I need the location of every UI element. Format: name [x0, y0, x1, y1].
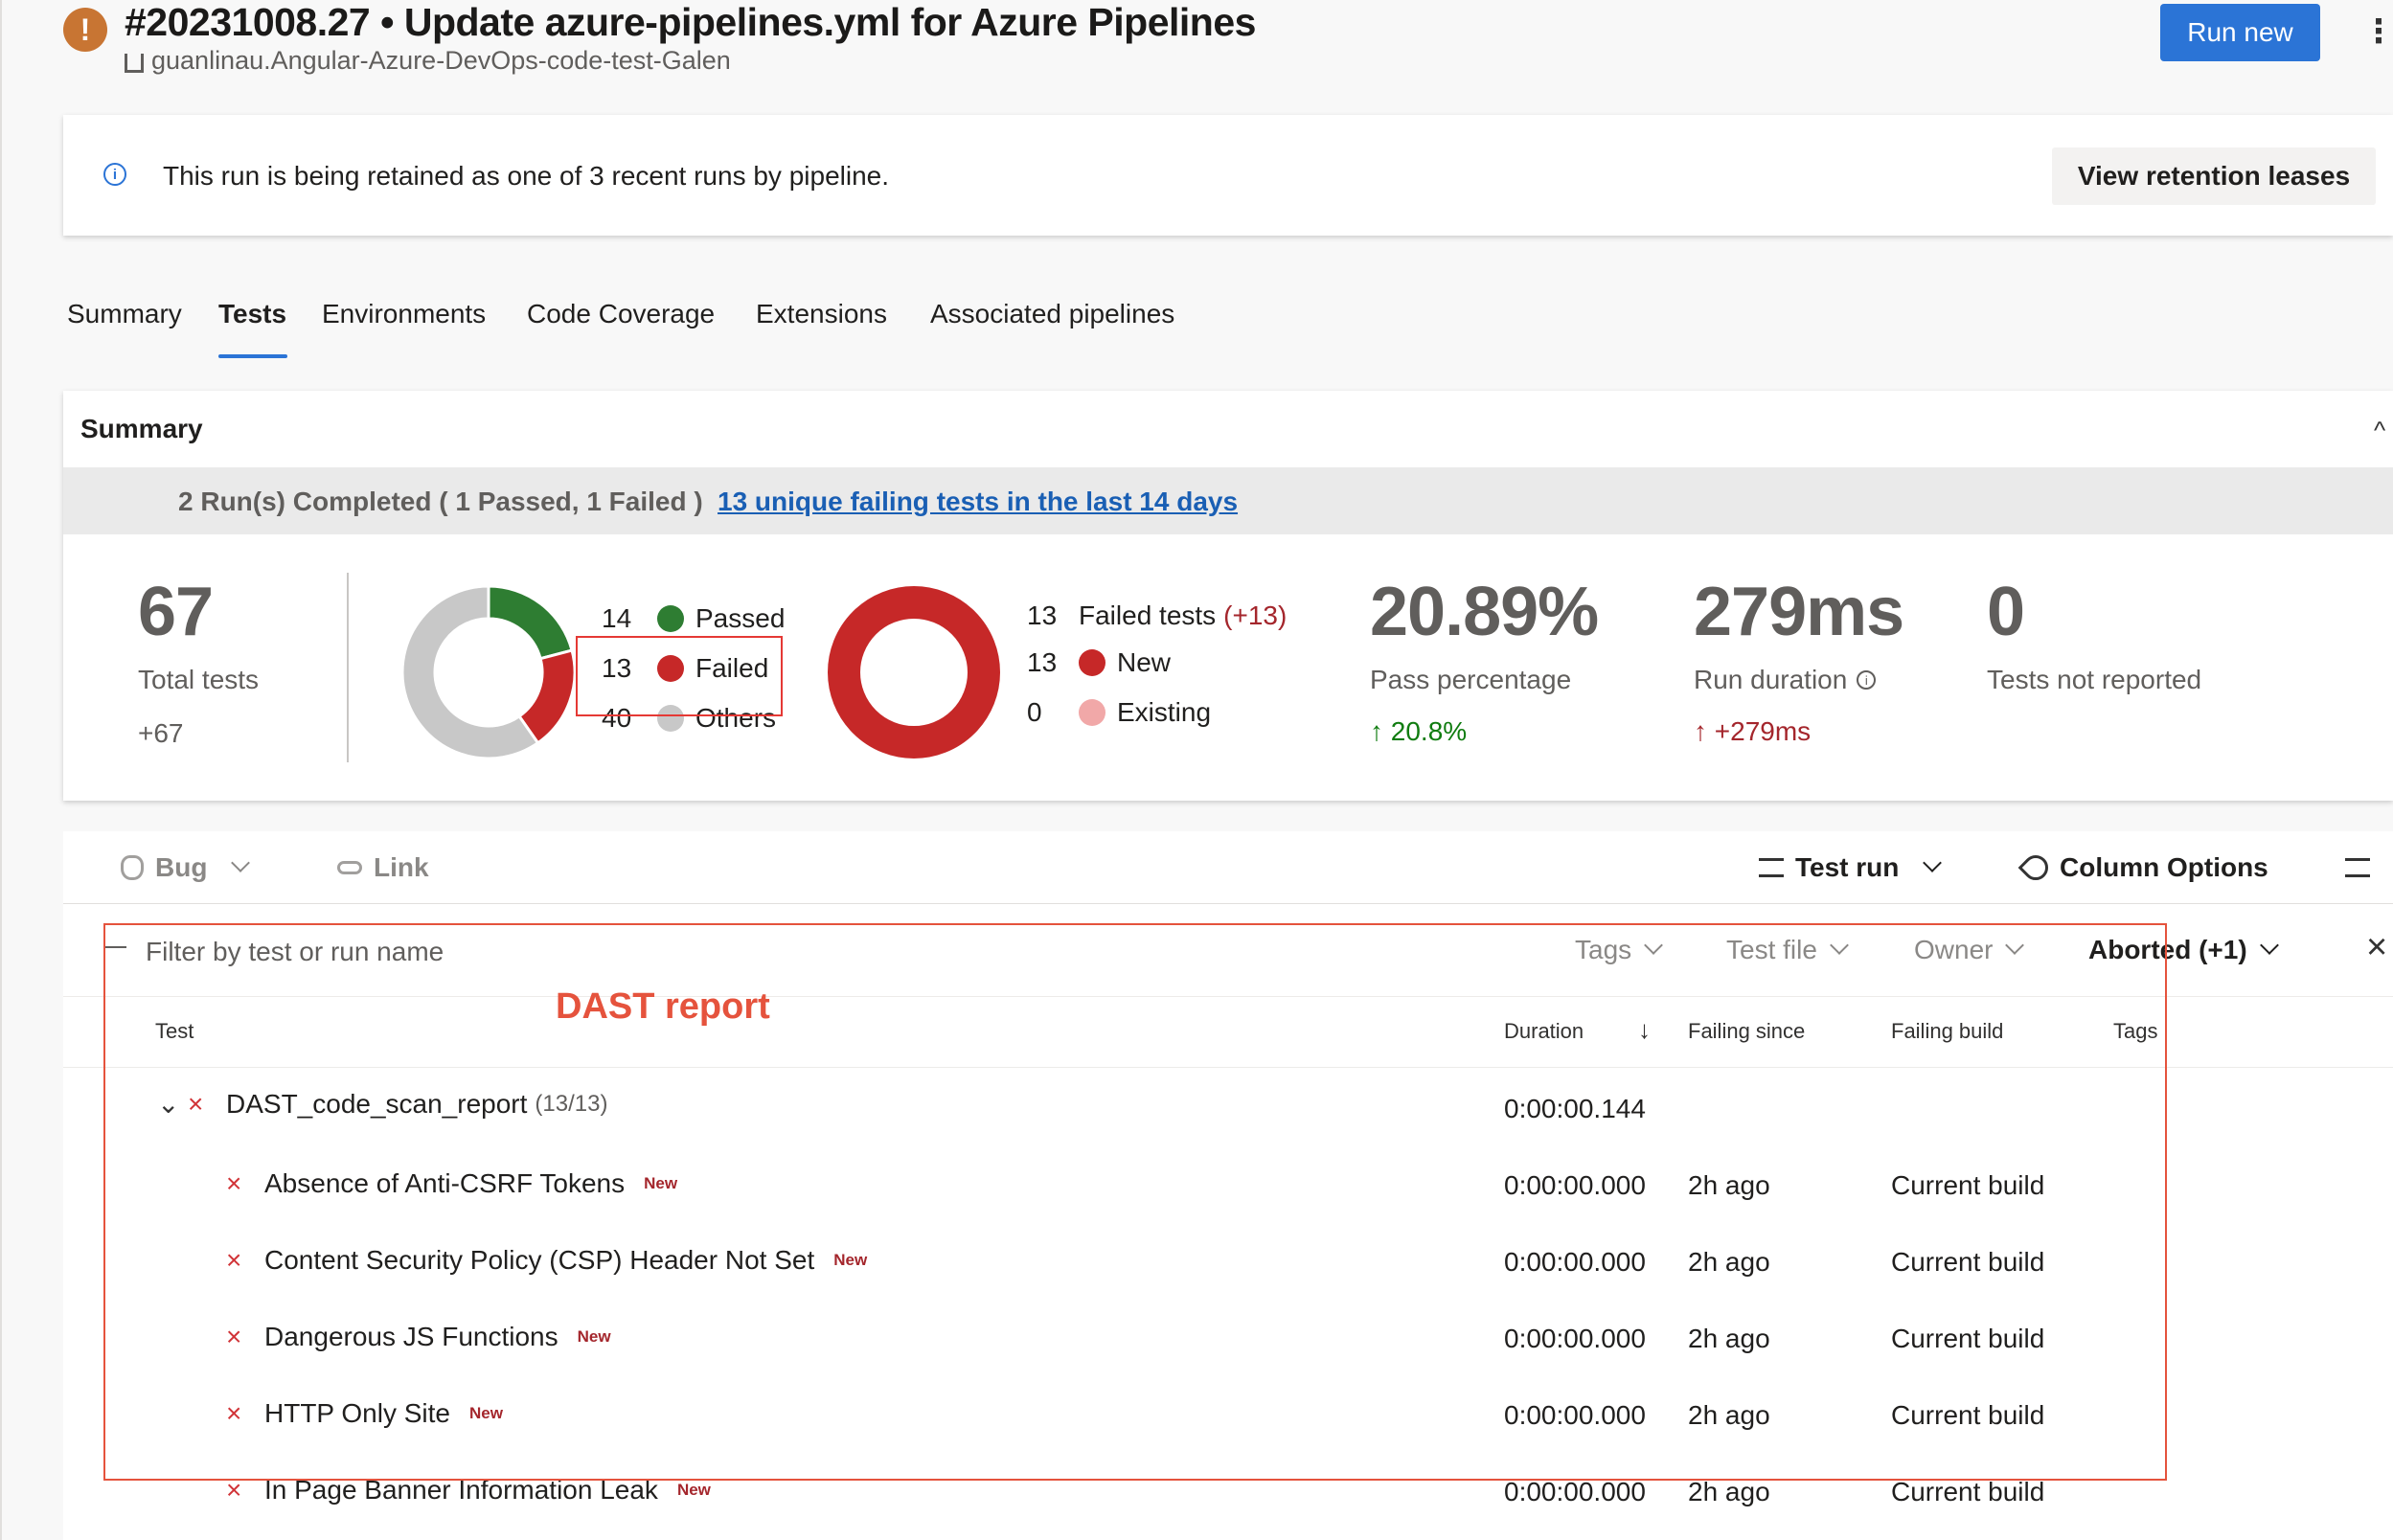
- test-run-label: Test run: [1795, 852, 1900, 882]
- summary-card: Summary ^ 2 Run(s) Completed ( 1 Passed,…: [63, 391, 2393, 801]
- pass-percentage-delta: ↑ 20.8%: [1370, 716, 1467, 747]
- bug-label: Bug: [155, 852, 208, 882]
- new-dot: [1079, 649, 1105, 676]
- failed-tests-count: 13: [1027, 600, 1058, 630]
- chevron-down-icon: [231, 853, 251, 872]
- passed-dot: [657, 605, 684, 632]
- tab-code-coverage[interactable]: Code Coverage: [527, 299, 715, 329]
- passed-count: 14: [602, 603, 632, 633]
- link-label: Link: [374, 852, 429, 882]
- warning-icon: !: [63, 8, 107, 52]
- more-actions-icon[interactable]: ⋮: [2362, 15, 2393, 48]
- chevron-down-icon: [2259, 936, 2279, 955]
- link-icon: [337, 861, 362, 874]
- column-options-button[interactable]: Column Options: [2017, 849, 2268, 886]
- active-tab-indicator: [218, 354, 287, 358]
- tab-summary[interactable]: Summary: [67, 299, 182, 329]
- run-duration-label: Run duration: [1694, 665, 1848, 694]
- failed-tests-label: Failed tests: [1079, 600, 1217, 630]
- failed-donut-chart: [828, 586, 1000, 759]
- link-button[interactable]: Link: [337, 852, 429, 883]
- summary-divider: [347, 573, 349, 762]
- bug-icon: [121, 855, 144, 880]
- tab-tests[interactable]: Tests: [218, 299, 286, 329]
- new-count: 13: [1027, 647, 1058, 677]
- existing-dot: [1079, 699, 1105, 726]
- retention-message: This run is being retained as one of 3 r…: [163, 161, 890, 191]
- total-tests-delta: +67: [138, 718, 184, 748]
- row-failing-since: 2h ago: [1688, 1477, 1770, 1506]
- slice-new[interactable]: [828, 586, 1000, 759]
- repo-name: guanlinau.Angular-Azure-DevOps-code-test…: [151, 46, 731, 75]
- test-toolbar: Bug Link Test run Column Options: [63, 831, 2393, 904]
- pass-percentage-delta-value: 20.8%: [1390, 716, 1468, 746]
- run-new-button[interactable]: Run new: [2160, 4, 2320, 61]
- repo-line[interactable]: guanlinau.Angular-Azure-DevOps-code-test…: [125, 46, 731, 76]
- failed-tests-header: 13 Failed tests (+13): [1027, 594, 1287, 638]
- not-reported-value: 0: [1987, 574, 2025, 650]
- run-duration-delta: ↑ +279ms: [1694, 716, 1811, 747]
- tab-associated-pipelines[interactable]: Associated pipelines: [930, 299, 1174, 329]
- view-retention-leases-button[interactable]: View retention leases: [2052, 147, 2376, 205]
- total-tests-value: 67: [138, 574, 214, 650]
- total-tests-label: Total tests: [138, 665, 260, 694]
- failed-annotation-box: [576, 636, 783, 716]
- repo-icon: [125, 53, 144, 73]
- page-title: #20231008.27 • Update azure-pipelines.ym…: [125, 0, 1256, 44]
- dast-annotation-label: DAST report: [556, 986, 770, 1027]
- row-failing-build: Current build: [1891, 1477, 2045, 1506]
- run-duration-value: 279ms: [1694, 574, 1904, 650]
- failed-tests-delta: (+13): [1223, 600, 1288, 630]
- retention-banner: i This run is being retained as one of 3…: [63, 115, 2393, 236]
- slice-passed[interactable]: [487, 584, 574, 661]
- failed-legend: 13 Failed tests (+13) 13 New 0 Existing: [1027, 594, 1287, 737]
- summary-title: Summary: [80, 414, 203, 443]
- existing-count: 0: [1027, 697, 1042, 727]
- outcome-donut-chart: [400, 584, 577, 760]
- row-duration: 0:00:00.000: [1504, 1477, 1646, 1506]
- pass-percentage-label: Pass percentage: [1370, 665, 1572, 694]
- test-run-menu[interactable]: Test run: [1759, 852, 1943, 883]
- runs-completed-text: 2 Run(s) Completed ( 1 Passed, 1 Failed …: [178, 487, 703, 516]
- chevron-down-icon: [1923, 853, 1943, 872]
- column-options-label: Column Options: [2060, 852, 2268, 882]
- run-duration-delta-value: +279ms: [1714, 716, 1812, 746]
- failing-tests-link[interactable]: 13 unique failing tests in the last 14 d…: [718, 487, 1238, 517]
- dast-annotation-box: [103, 923, 2167, 1481]
- window-left-border: [0, 0, 2, 1540]
- tab-environments[interactable]: Environments: [322, 299, 486, 329]
- legend-existing[interactable]: 0 Existing: [1027, 688, 1287, 737]
- collapse-caret-icon[interactable]: ^: [2374, 416, 2385, 445]
- new-label: New: [1117, 647, 1172, 677]
- up-arrow-icon: ↑: [1370, 716, 1383, 746]
- info-icon: i: [103, 163, 126, 186]
- run-duration-label-row: Run duration i: [1694, 665, 1877, 695]
- wrench-icon: [2017, 849, 2054, 886]
- pass-percentage-value: 20.89%: [1370, 574, 1599, 650]
- filter-toggle-icon[interactable]: [2345, 858, 2370, 877]
- tab-extensions[interactable]: Extensions: [756, 299, 887, 329]
- legend-new[interactable]: 13 New: [1027, 638, 1287, 688]
- list-icon: [1759, 858, 1784, 877]
- runs-summary-bar: 2 Run(s) Completed ( 1 Passed, 1 Failed …: [63, 467, 2393, 534]
- new-badge: New: [676, 1481, 711, 1499]
- close-filter-icon[interactable]: ×: [2366, 927, 2387, 968]
- run-duration-info-icon[interactable]: i: [1857, 670, 1877, 690]
- bug-menu[interactable]: Bug: [121, 852, 251, 883]
- up-arrow-icon: ↑: [1694, 716, 1707, 746]
- not-reported-label: Tests not reported: [1987, 665, 2202, 694]
- existing-label: Existing: [1117, 697, 1212, 727]
- passed-label: Passed: [695, 603, 786, 633]
